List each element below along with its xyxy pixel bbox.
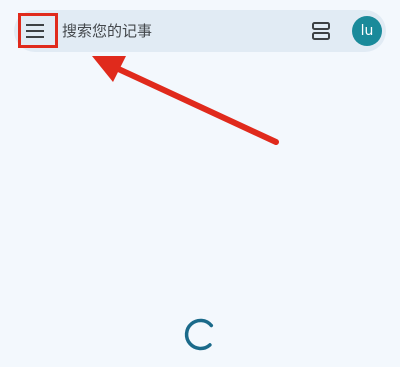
annotation-arrow [92, 56, 279, 145]
loading-spinner-icon [184, 318, 214, 351]
